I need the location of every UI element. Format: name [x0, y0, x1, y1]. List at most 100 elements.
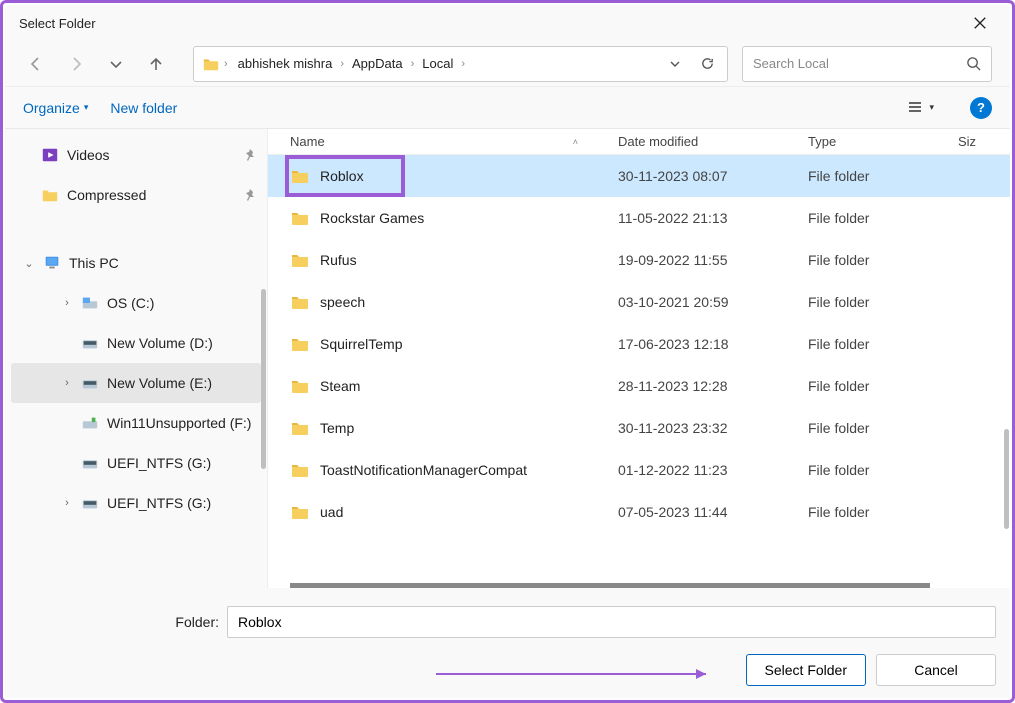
- file-type: File folder: [808, 294, 958, 310]
- sidebar-item[interactable]: Videos: [5, 135, 267, 175]
- new-folder-button[interactable]: New folder: [110, 100, 177, 116]
- file-date: 30-11-2023 08:07: [618, 168, 808, 184]
- search-input[interactable]: [753, 56, 966, 71]
- help-icon: ?: [977, 100, 985, 115]
- folder-name-input[interactable]: [227, 606, 996, 638]
- select-folder-dialog: Select Folder › abhishek mishra›AppData›…: [5, 5, 1010, 698]
- file-date: 30-11-2023 23:32: [618, 420, 808, 436]
- view-options-button[interactable]: ▾: [907, 100, 934, 116]
- select-folder-button[interactable]: Select Folder: [746, 654, 866, 686]
- sidebar-item[interactable]: ›UEFI_NTFS (G:): [5, 483, 267, 523]
- expand-icon[interactable]: ⌄: [23, 257, 35, 270]
- file-row[interactable]: SquirrelTemp 17-06-2023 12:18File folder: [268, 323, 1010, 365]
- toolbar: Organize▾ New folder ▾ ?: [5, 87, 1010, 129]
- expand-icon[interactable]: ›: [61, 297, 73, 309]
- file-type: File folder: [808, 210, 958, 226]
- folder-icon: [290, 292, 310, 312]
- sidebar-item[interactable]: New Volume (D:): [5, 323, 267, 363]
- refresh-button[interactable]: [695, 52, 719, 76]
- file-date: 03-10-2021 20:59: [618, 294, 808, 310]
- sidebar-scrollbar[interactable]: [261, 289, 266, 469]
- column-type[interactable]: Type: [808, 134, 958, 149]
- pc-icon: [43, 254, 61, 272]
- file-type: File folder: [808, 168, 958, 184]
- file-row[interactable]: ToastNotificationManagerCompat01-12-2022…: [268, 449, 1010, 491]
- sidebar-item-label: UEFI_NTFS (G:): [107, 455, 211, 471]
- chevron-right-icon: ›: [461, 58, 465, 70]
- horizontal-scrollbar[interactable]: [290, 583, 930, 588]
- file-date: 28-11-2023 12:28: [618, 378, 808, 394]
- address-bar[interactable]: › abhishek mishra›AppData›Local›: [193, 46, 728, 82]
- pin-icon: [243, 148, 257, 162]
- drive-icon: [81, 454, 99, 472]
- file-name: speech: [320, 294, 365, 310]
- file-row[interactable]: Temp30-11-2023 23:32File folder: [268, 407, 1010, 449]
- file-name: SquirrelTemp: [320, 336, 402, 352]
- folder-icon: [290, 334, 310, 354]
- sidebar-item[interactable]: ⌄This PC: [5, 243, 267, 283]
- file-scrollbar[interactable]: [1004, 429, 1009, 529]
- search-box[interactable]: [742, 46, 992, 82]
- sidebar-item-label: OS (C:): [107, 295, 154, 311]
- main-area: Videos Compressed ⌄This PC › OS (C:) New Volu…: [5, 129, 1010, 588]
- back-button[interactable]: [23, 51, 49, 77]
- sidebar-item[interactable]: UEFI_NTFS (G:): [5, 443, 267, 483]
- breadcrumb-item[interactable]: abhishek mishra: [232, 54, 339, 73]
- breadcrumb-item[interactable]: AppData: [346, 54, 409, 73]
- list-view-icon: [907, 100, 923, 116]
- organize-button[interactable]: Organize▾: [23, 100, 88, 116]
- sort-indicator-icon: ˄: [573, 137, 578, 147]
- sidebar-item[interactable]: › OS (C:): [5, 283, 267, 323]
- column-name[interactable]: Name˄: [290, 134, 618, 149]
- expand-icon[interactable]: ›: [61, 497, 73, 509]
- file-row[interactable]: Rufus19-09-2022 11:55File folder: [268, 239, 1010, 281]
- file-row[interactable]: speech 03-10-2021 20:59File folder: [268, 281, 1010, 323]
- folder-icon: [41, 186, 59, 204]
- file-row[interactable]: uad07-05-2023 11:44File folder: [268, 491, 1010, 533]
- expand-icon[interactable]: ›: [61, 377, 73, 389]
- folder-icon: [290, 502, 310, 522]
- up-button[interactable]: [143, 51, 169, 77]
- sidebar-item[interactable]: Compressed: [5, 175, 267, 215]
- file-type: File folder: [808, 420, 958, 436]
- file-type: File folder: [808, 336, 958, 352]
- window-title: Select Folder: [15, 16, 960, 31]
- column-date[interactable]: Date modified: [618, 134, 808, 149]
- help-button[interactable]: ?: [970, 97, 992, 119]
- column-size[interactable]: Siz: [958, 134, 1010, 149]
- close-button[interactable]: [960, 8, 1000, 38]
- sidebar-item[interactable]: › New Volume (E:): [11, 363, 261, 403]
- caret-down-icon: ▾: [929, 102, 934, 113]
- annotation-arrow: [436, 664, 716, 684]
- pin-icon: [243, 188, 257, 202]
- sidebar-item[interactable]: Win11Unsupported (F:): [5, 403, 267, 443]
- breadcrumb-dropdown[interactable]: [663, 52, 687, 76]
- file-date: 17-06-2023 12:18: [618, 336, 808, 352]
- breadcrumb-item[interactable]: Local: [416, 54, 459, 73]
- caret-down-icon: ▾: [84, 102, 89, 113]
- folder-icon: [290, 208, 310, 228]
- chevron-right-icon: ›: [224, 58, 228, 70]
- titlebar: Select Folder: [5, 5, 1010, 41]
- drive-icon: [81, 374, 99, 392]
- file-type: File folder: [808, 378, 958, 394]
- folder-icon: [290, 250, 310, 270]
- file-date: 11-05-2022 21:13: [618, 210, 808, 226]
- recent-button[interactable]: [103, 51, 129, 77]
- folder-icon: [202, 55, 220, 73]
- forward-button[interactable]: [63, 51, 89, 77]
- chevron-right-icon: ›: [340, 58, 344, 70]
- file-date: 19-09-2022 11:55: [618, 252, 808, 268]
- drive-c-icon: [81, 294, 99, 312]
- file-row[interactable]: Roblox30-11-2023 08:07File folder: [268, 155, 1010, 197]
- cancel-button[interactable]: Cancel: [876, 654, 996, 686]
- sidebar-item-label: Compressed: [67, 187, 146, 203]
- file-pane: Name˄ Date modified Type Siz Roblox30-11…: [267, 129, 1010, 588]
- sidebar-item-label: New Volume (E:): [107, 375, 212, 391]
- column-headers: Name˄ Date modified Type Siz: [268, 129, 1010, 155]
- chevron-right-icon: ›: [411, 58, 415, 70]
- file-row[interactable]: Steam28-11-2023 12:28File folder: [268, 365, 1010, 407]
- file-row[interactable]: Rockstar Games11-05-2022 21:13File folde…: [268, 197, 1010, 239]
- folder-label: Folder:: [19, 614, 219, 630]
- file-type: File folder: [808, 462, 958, 478]
